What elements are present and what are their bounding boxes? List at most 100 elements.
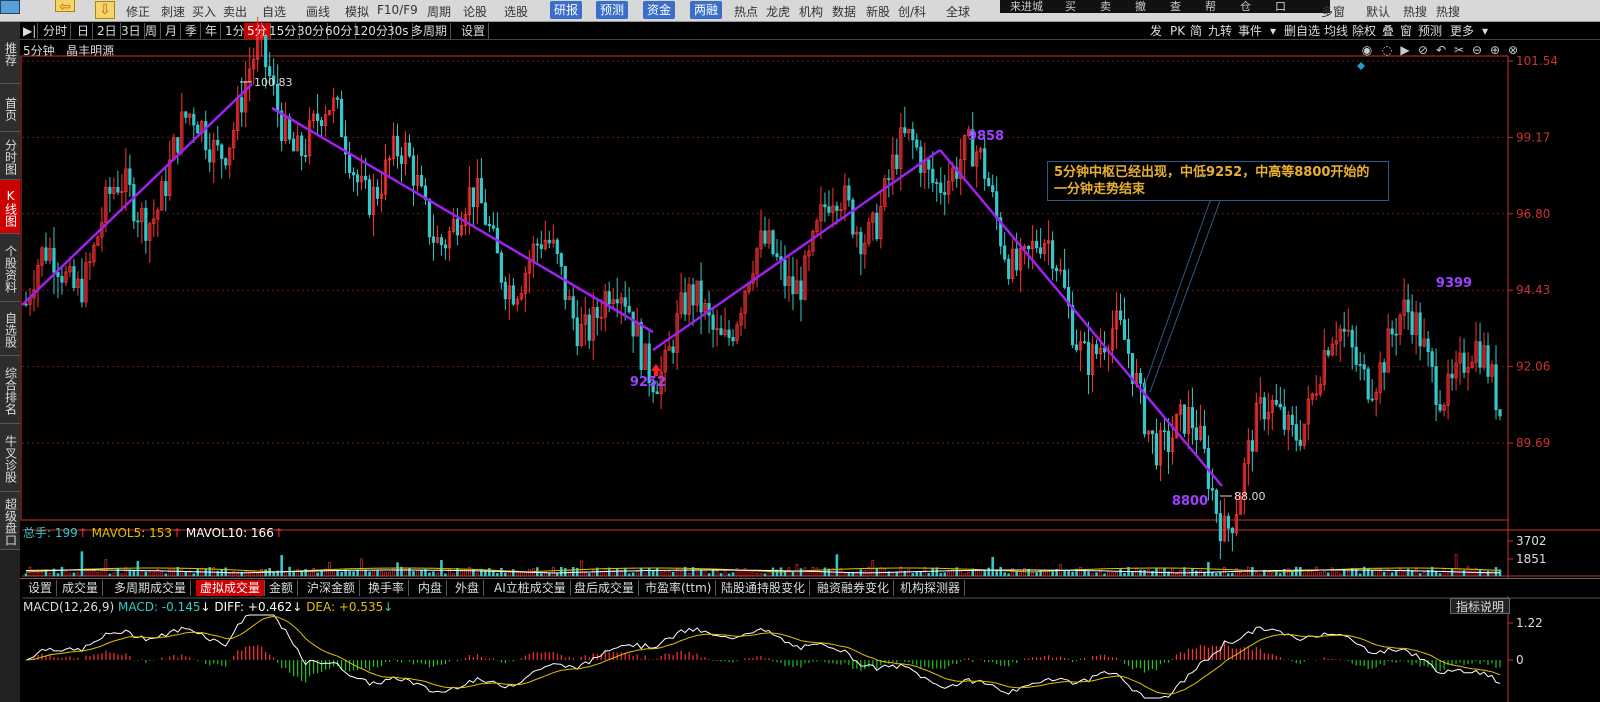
indicator-tab-0[interactable]: 设置 xyxy=(24,580,58,596)
period-right-item-6[interactable]: 删自选 xyxy=(1282,23,1322,39)
period-item-2[interactable]: 2日 xyxy=(94,23,121,39)
rewind-icon[interactable]: ↶ xyxy=(1434,43,1448,57)
toolbar-item-10[interactable]: 选股 xyxy=(504,3,528,20)
volume-bar xyxy=(1406,568,1410,577)
play-icon[interactable]: ▶ xyxy=(1398,43,1412,57)
toolbar-item-6[interactable]: 模拟 xyxy=(345,3,369,20)
period-right-item-8[interactable]: 除权 xyxy=(1350,23,1378,39)
trade-item-3[interactable]: 撤 xyxy=(1135,0,1146,14)
period-right-item-9[interactable]: 叠 xyxy=(1380,23,1396,39)
toolbar-item-12[interactable]: 预测 xyxy=(596,1,629,19)
indicator-tab-1[interactable]: 成交量 xyxy=(58,580,104,596)
period-right-item-1[interactable]: PK xyxy=(1168,23,1187,39)
sidebar-item-6[interactable]: 综合排名 xyxy=(0,356,20,424)
indicator-tab-11[interactable]: 市盈率(ttm) xyxy=(641,580,717,596)
toolbar-item-8[interactable]: 周期 xyxy=(427,3,451,20)
indicator-tab-12[interactable]: 陆股通持股变化 xyxy=(717,580,811,596)
toolbar-item-20[interactable]: 创/科 xyxy=(898,3,926,20)
toolbar-item-18[interactable]: 数据 xyxy=(832,3,856,20)
trade-item-4[interactable]: 查 xyxy=(1170,0,1181,14)
period-item-15[interactable]: 多周期 xyxy=(408,23,452,39)
period-item-6[interactable]: 季 xyxy=(182,23,202,39)
sidebar-item-8[interactable]: 超级盘口 xyxy=(0,492,20,550)
period-right-item-10[interactable]: 窗 xyxy=(1398,23,1414,39)
period-item-7[interactable]: 年 xyxy=(202,23,222,39)
sidebar-item-2[interactable]: 分时图 xyxy=(0,132,20,180)
period-item-4[interactable]: 周 xyxy=(142,23,162,39)
indicator-tab-13[interactable]: 融资融券变化 xyxy=(813,580,895,596)
trade-item-1[interactable]: 买 xyxy=(1065,0,1076,14)
indicator-explain-button[interactable]: 指标说明 xyxy=(1450,598,1510,614)
indicator-tab-4[interactable]: 金额 xyxy=(265,580,299,596)
trade-item-6[interactable]: 仓 xyxy=(1240,0,1251,14)
period-item-1[interactable]: 日 xyxy=(74,23,94,39)
sidebar-item-4[interactable]: 个股资料 xyxy=(0,234,20,302)
sidebar-item-0[interactable]: 推荐 xyxy=(0,22,20,84)
period-right-item-5[interactable]: ▾ xyxy=(1268,23,1278,39)
period-right-item-12[interactable]: 更多 xyxy=(1448,23,1476,39)
toolbar-item-25[interactable]: 热搜 xyxy=(1436,3,1460,20)
toolbar-item-16[interactable]: 龙虎 xyxy=(766,3,790,20)
close-icon[interactable]: ⊗ xyxy=(1506,43,1520,57)
indicator-tab-8[interactable]: 外盘 xyxy=(451,580,485,596)
period-item-0[interactable]: 分时 xyxy=(40,23,72,39)
trade-item-7[interactable]: 口 xyxy=(1275,0,1286,14)
indicator-tab-10[interactable]: 盘后成交量 xyxy=(570,580,640,596)
toolbar-item-1[interactable]: 刺速 xyxy=(161,3,185,20)
zoom-in-icon[interactable]: ⊕ xyxy=(1488,43,1502,57)
trade-item-0[interactable]: 来进城 xyxy=(1010,0,1043,14)
sidebar-item-5[interactable]: 自选股 xyxy=(0,302,20,356)
period-right-item-11[interactable]: 预测 xyxy=(1416,23,1444,39)
back-arrow-icon[interactable]: ⇦ xyxy=(55,0,75,15)
down-arrow-icon[interactable]: ⇩ xyxy=(95,1,115,19)
candle-body xyxy=(1070,304,1075,346)
trade-item-2[interactable]: 卖 xyxy=(1100,0,1111,14)
period-right-item-4[interactable]: 事件 xyxy=(1236,23,1264,39)
toolbar-item-15[interactable]: 热点 xyxy=(734,3,758,20)
zoom-out-icon[interactable]: ⊖ xyxy=(1470,43,1484,57)
toolbar-item-9[interactable]: 论股 xyxy=(463,3,487,20)
toggle-sidebar-icon[interactable]: ▶| xyxy=(20,23,38,39)
indicator-tab-14[interactable]: 机构探测器 xyxy=(896,580,966,596)
toolbar-item-17[interactable]: 机构 xyxy=(799,3,823,20)
sidebar-item-1[interactable]: 首页 xyxy=(0,84,20,132)
period-right-item-3[interactable]: 九转 xyxy=(1206,23,1234,39)
toolbar-item-5[interactable]: 画线 xyxy=(306,3,330,20)
period-right-item-2[interactable]: 简 xyxy=(1188,23,1204,39)
indicator-tab-3[interactable]: 虚拟成交量 xyxy=(196,580,266,596)
indicator-tab-7[interactable]: 内盘 xyxy=(414,580,448,596)
eye-icon[interactable]: ◉ xyxy=(1360,43,1374,57)
indicator-tab-2[interactable]: 多周期成交量 xyxy=(110,580,192,596)
sidebar-item-3[interactable]: K线图 xyxy=(0,180,20,234)
toolbar-item-23[interactable]: 默认 xyxy=(1366,3,1390,20)
toolbar-item-22[interactable]: 多窗 xyxy=(1321,3,1345,20)
no-icon[interactable]: ⊘ xyxy=(1416,43,1430,57)
toolbar-item-19[interactable]: 新股 xyxy=(866,3,890,20)
candle-body xyxy=(244,81,248,113)
sidebar-item-7[interactable]: 牛叉诊股 xyxy=(0,424,20,492)
toolbar-item-3[interactable]: 卖出 xyxy=(223,3,247,20)
toolbar-item-2[interactable]: 买入 xyxy=(192,3,216,20)
toolbar-item-21[interactable]: 全球 xyxy=(946,3,970,20)
toolbar-item-24[interactable]: 热搜 xyxy=(1403,3,1427,20)
period-item-3[interactable]: 3日 xyxy=(118,23,145,39)
eye-off-icon[interactable]: ◌ xyxy=(1380,43,1394,57)
period-right-item-7[interactable]: 均线 xyxy=(1322,23,1350,39)
period-item-5[interactable]: 月 xyxy=(162,23,182,39)
trade-item-5[interactable]: 帮 xyxy=(1205,0,1216,14)
period-item-16[interactable]: 设置 xyxy=(458,23,490,39)
toolbar-item-11[interactable]: 研报 xyxy=(550,1,583,19)
indicator-tab-6[interactable]: 换手率 xyxy=(364,580,410,596)
toolbar-item-13[interactable]: 资金 xyxy=(643,1,676,19)
indicator-tab-5[interactable]: 沪深金额 xyxy=(303,580,361,596)
period-right-item-0[interactable]: 发 xyxy=(1148,23,1164,39)
toolbar-item-0[interactable]: 修正 xyxy=(126,3,150,20)
toolbar-item-4[interactable]: 自选 xyxy=(262,3,286,20)
toolbar-item-7[interactable]: F10/F9 xyxy=(377,3,418,17)
price-chart[interactable]: 101.54 99.17 96.80 94.43 92.06 89.69 100.83 88.… xyxy=(0,0,1600,702)
period-right-item-13[interactable]: ▾ xyxy=(1480,23,1490,39)
toolbar-item-14[interactable]: 两融 xyxy=(690,1,723,19)
candle-body xyxy=(575,317,579,347)
tools-icon[interactable]: ✂ xyxy=(1452,43,1466,57)
indicator-tab-9[interactable]: AI立桩成交量 xyxy=(490,580,571,596)
